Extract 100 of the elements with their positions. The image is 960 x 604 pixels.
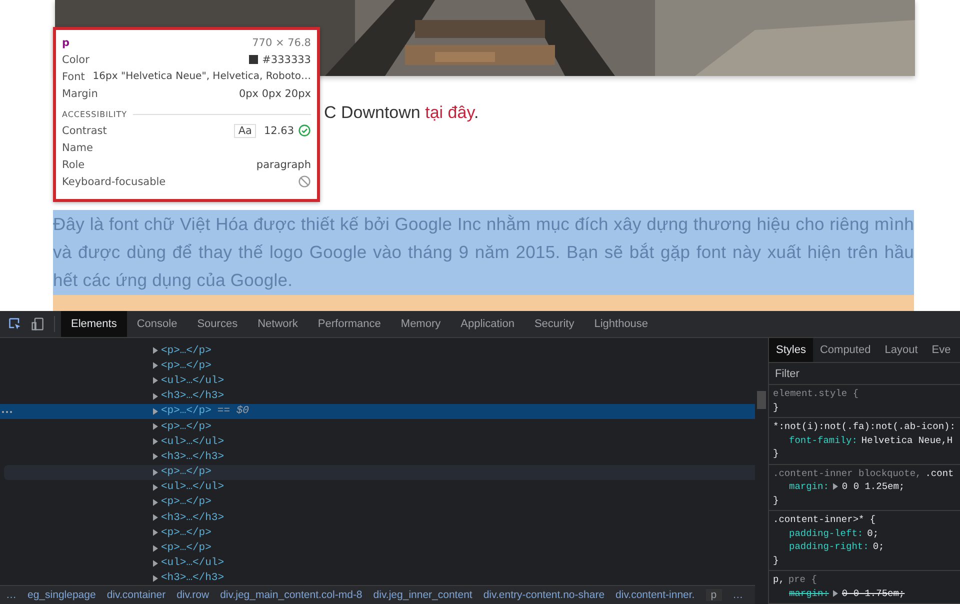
node-row[interactable]: <p>…</p> <box>0 494 755 510</box>
tag-name: p <box>62 36 70 48</box>
panel-tab[interactable]: Application <box>450 311 524 337</box>
node-row[interactable]: <h3>…</h3> <box>0 388 755 404</box>
closing-brace: } <box>773 400 779 414</box>
property-value: 16px "Helvetica Neue", Helvetica, Roboto… <box>92 71 311 82</box>
node-tag: <p>…</p> <box>161 542 212 554</box>
node-tag: <h3>…</h3> <box>161 390 224 402</box>
css-value: Helvetica Neue,H <box>861 434 953 447</box>
node-row[interactable]: <p>…</p> <box>0 343 755 358</box>
property-value: paragraph <box>256 158 311 170</box>
highlighted-paragraph: Đây là font chữ Việt Hóa được thiết kế bởi Google Inc nhằm mục đích xây dựng thương hiệu cho riêng mình và được dùng để thay thế logo Google vào tháng 9 năm 2015. Bạn sẽ bắt gặp font này xuất hiện trên hầu hết các ứng dụng của Google. <box>53 213 914 292</box>
sidebar-tab[interactable]: Computed <box>812 338 878 362</box>
node-tag: <p>…</p> <box>161 420 212 433</box>
property-label: Margin <box>62 88 98 100</box>
node-tag: <ul>…</ul> <box>161 436 224 448</box>
panel-tab[interactable]: Sources <box>187 311 248 337</box>
property-label: Font <box>62 70 85 82</box>
contrast-sample: Aa <box>234 124 256 138</box>
property-label: Role <box>62 158 85 170</box>
element-size: 770 × 76.8 <box>252 36 311 48</box>
property-value: 0px 0px 20px <box>238 88 311 100</box>
inline-link[interactable]: tại đây <box>425 103 474 122</box>
property-label: Keyboard-focusable <box>62 176 166 188</box>
css-property: margin: <box>789 586 829 600</box>
panel-tab[interactable]: Lighthouse <box>584 311 658 337</box>
node-row[interactable]: <ul>…</ul> <box>0 556 755 571</box>
node-row[interactable]: <ul>…</ul> <box>0 480 755 495</box>
breadcrumb[interactable]: … <box>6 589 16 601</box>
node-tag: <h3>…</h3> <box>161 512 224 524</box>
ellipsis-icon[interactable] <box>1 410 13 414</box>
closing-brace: } <box>773 494 779 507</box>
contrast-ratio: 12.63 <box>264 124 294 136</box>
breadcrumb[interactable]: div.content-inner. <box>616 589 695 601</box>
css-selector: p, <box>773 573 784 586</box>
css-property: margin: <box>789 480 829 494</box>
property-value: #333333 <box>262 54 311 66</box>
node-tag: <ul>…</ul> <box>161 374 224 387</box>
closing-brace: } <box>773 447 779 460</box>
panel-tab[interactable]: Security <box>524 311 584 337</box>
node-tag: <h3>…</h3> <box>161 450 224 463</box>
scrollbar[interactable] <box>755 338 769 604</box>
node-row[interactable]: <ul>…</ul> <box>0 373 755 389</box>
breadcrumb[interactable]: div.jeg_main_content.col-md-8 <box>220 589 362 601</box>
panel-tab[interactable]: Memory <box>390 311 451 337</box>
css-value: 0; <box>872 540 884 554</box>
breadcrumb[interactable]: div.container <box>106 589 166 601</box>
node-tag: <h3>…</h3> <box>161 572 224 584</box>
sidebar-tab[interactable]: Layout <box>878 338 925 362</box>
css-property: padding-right: <box>789 540 869 554</box>
property-label: Color <box>62 54 90 66</box>
css-selector: .content-inner blockquote, <box>773 466 922 480</box>
css-value: 0 0 1.75em; <box>842 586 905 600</box>
panel-tab[interactable]: Performance <box>308 311 391 337</box>
property-label: Name <box>62 142 93 154</box>
node-row[interactable]: <p>…</p> <box>0 540 755 556</box>
node-row[interactable]: <p>…</p> <box>0 418 755 434</box>
panel-tab[interactable]: Elements <box>61 311 127 337</box>
breadcrumb[interactable]: div.entry-content.no-share <box>483 589 605 601</box>
color-swatch <box>249 55 258 64</box>
breadcrumb[interactable]: div.jeg_inner_content <box>373 589 472 601</box>
css-selector: .cont <box>925 466 954 480</box>
css-selector: *:not(i):not(.fa):not(.ab-icon): <box>773 420 956 434</box>
section-heading: ACCESSIBILITY <box>62 110 128 118</box>
hovered-node-row[interactable]: <p>…</p> <box>4 464 755 480</box>
breadcrumb[interactable]: p <box>706 589 722 601</box>
panel-tab[interactable]: Console <box>126 311 188 337</box>
node-row[interactable]: <p>…</p> <box>0 358 755 374</box>
panel-tab[interactable]: Network <box>248 311 308 337</box>
expand-triangle-icon[interactable] <box>832 483 838 490</box>
node-tag: <ul>…</ul> <box>161 557 224 570</box>
breadcrumb[interactable]: div.row <box>176 589 210 601</box>
sidebar-tab[interactable]: Eve <box>924 338 958 362</box>
css-value: 0 0 1.25em; <box>842 480 905 494</box>
inspect-icon[interactable] <box>8 317 22 331</box>
css-selector: .content-inner>* { <box>773 513 876 526</box>
node-tag: <p>…</p> <box>161 405 212 418</box>
selected-node-row[interactable]: <p>…</p> == $0 <box>0 404 755 419</box>
css-selector: pre { <box>788 573 817 586</box>
paragraph-text: C Downtown tại đây. <box>324 103 479 122</box>
expand-triangle-icon[interactable] <box>832 590 838 597</box>
node-tag: <p>…</p> <box>161 526 212 539</box>
css-property: font-family: <box>789 434 858 447</box>
node-row[interactable]: <ul>…</ul> <box>0 434 755 450</box>
node-row[interactable]: <h3>…</h3> <box>0 510 755 526</box>
sidebar-tab[interactable]: Styles <box>769 338 813 362</box>
node-reference: == $0 <box>217 405 249 418</box>
node-row[interactable]: <p>…</p> <box>0 525 755 540</box>
css-property: padding-left: <box>789 526 864 540</box>
device-toggle-icon[interactable] <box>31 317 45 331</box>
node-tag: <p>…</p> <box>161 344 212 357</box>
breadcrumb[interactable]: eg_singlepage <box>28 589 96 601</box>
node-tag: <ul>…</ul> <box>161 481 224 494</box>
node-tag: <p>…</p> <box>161 496 212 508</box>
node-row[interactable]: <h3>…</h3> <box>0 570 755 585</box>
breadcrumb[interactable]: … <box>732 589 744 601</box>
closing-brace: } <box>773 554 779 567</box>
node-row[interactable]: <h3>…</h3> <box>0 449 755 464</box>
property-label: Contrast <box>62 124 107 136</box>
node-tag: <p>…</p> <box>161 466 212 478</box>
